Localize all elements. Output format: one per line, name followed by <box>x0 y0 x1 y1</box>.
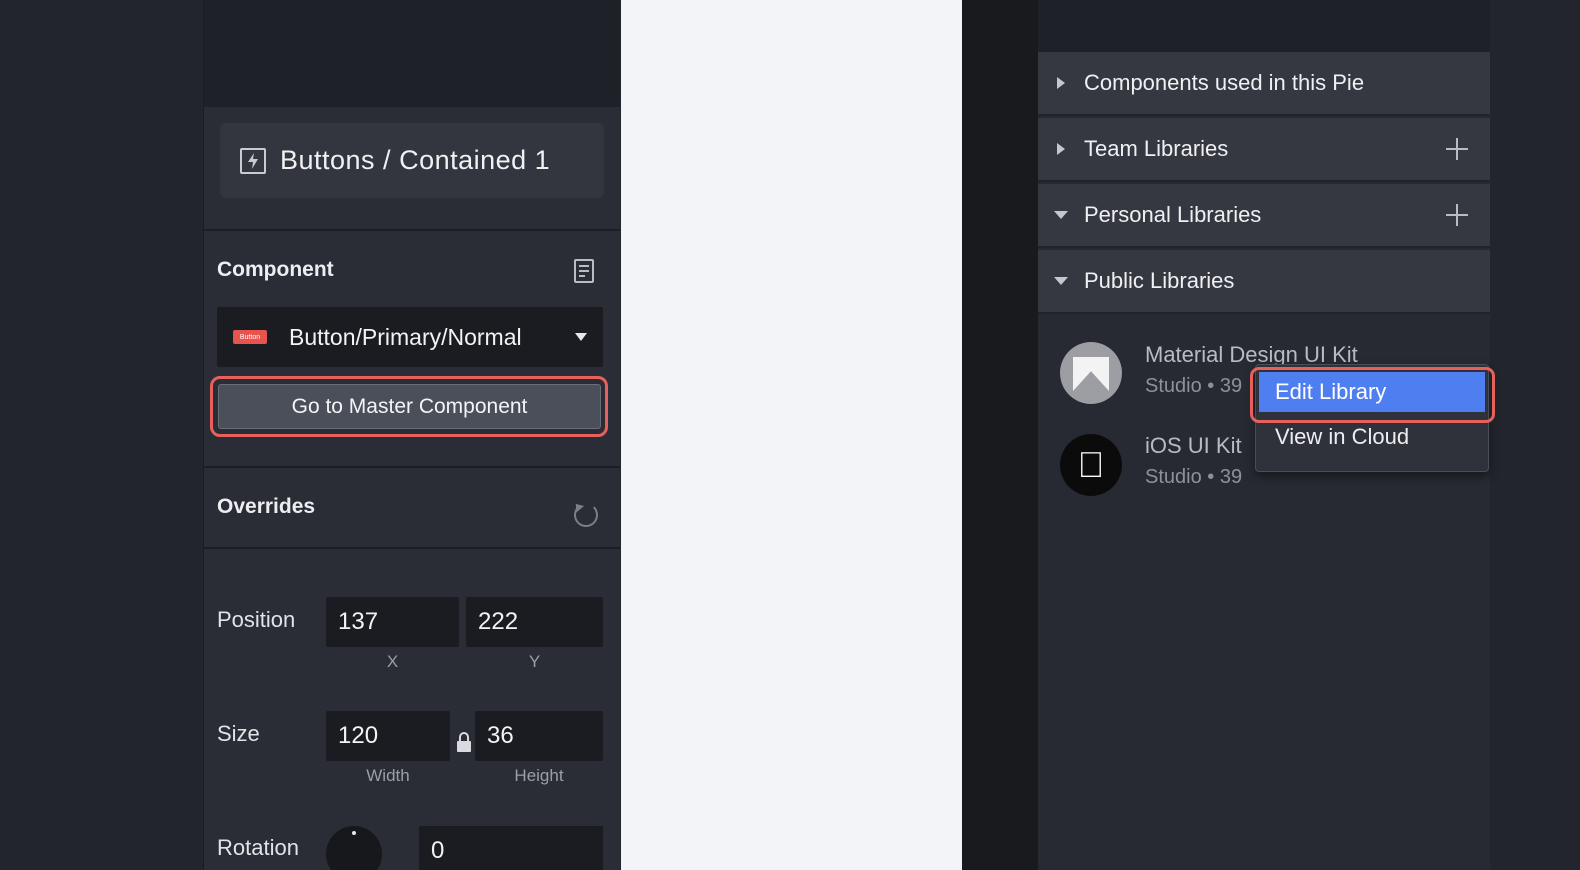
row-label: Personal Libraries <box>1084 202 1262 227</box>
row-label: Components used in this Pie <box>1084 70 1365 95</box>
row-label: Public Libraries <box>1084 268 1235 293</box>
size-width-input[interactable]: 120 <box>326 711 450 761</box>
document-icon[interactable] <box>574 259 594 283</box>
row-public-libraries[interactable]: Public Libraries <box>1038 250 1490 314</box>
symbol-icon <box>240 147 266 174</box>
overrides-section-title: Overrides <box>217 495 316 518</box>
edit-library-highlight <box>1250 367 1495 423</box>
rotation-input[interactable]: 0 <box>419 826 603 870</box>
reset-icon[interactable] <box>574 503 598 527</box>
add-personal-library-icon[interactable] <box>1446 204 1468 226</box>
position-label: Position <box>217 607 296 632</box>
divider <box>204 229 620 231</box>
chevron-down-icon <box>575 333 587 341</box>
position-x-caption: X <box>386 652 399 671</box>
rotation-dial[interactable] <box>326 826 382 870</box>
panel-gutter <box>962 0 1038 870</box>
row-personal-libraries[interactable]: Personal Libraries <box>1038 184 1490 248</box>
add-team-library-icon[interactable] <box>1446 138 1468 160</box>
size-height-input[interactable]: 36 <box>475 711 603 761</box>
menu-item-view-in-cloud[interactable]: View in Cloud <box>1259 417 1485 457</box>
chevron-down-icon <box>1038 211 1084 219</box>
component-select[interactable]: Button Button/Primary/Normal <box>217 307 603 367</box>
lock-icon[interactable] <box>457 732 471 752</box>
component-section-title: Component <box>217 258 334 281</box>
divider <box>204 466 620 468</box>
chevron-down-icon <box>1038 277 1084 285</box>
canvas[interactable] <box>621 0 962 870</box>
inspector-panel: Buttons / Contained 1 Component Button B… <box>203 0 620 870</box>
component-thumbnail: Button <box>233 330 267 344</box>
rotation-label: Rotation <box>217 835 299 860</box>
row-team-libraries[interactable]: Team Libraries <box>1038 118 1490 182</box>
size-width-caption: Width <box>366 766 410 785</box>
symbol-title: Buttons / Contained 1 <box>280 145 551 175</box>
material-logo-icon <box>1060 342 1122 404</box>
kit-meta-ios: Studio • 39 <box>1145 466 1243 488</box>
position-y-input[interactable]: 222 <box>466 597 603 647</box>
kit-meta-material: Studio • 39 <box>1145 375 1243 397</box>
symbol-chip[interactable]: Buttons / Contained 1 <box>220 123 604 198</box>
chevron-right-icon <box>1038 143 1084 155</box>
kit-name-ios[interactable]: iOS UI Kit <box>1145 433 1242 459</box>
apple-logo-icon:  <box>1060 434 1122 496</box>
inspector-header-strip <box>204 0 620 107</box>
divider <box>204 547 620 549</box>
size-height-caption: Height <box>514 766 564 785</box>
chevron-right-icon <box>1038 77 1084 89</box>
row-label: Team Libraries <box>1084 136 1229 161</box>
size-label: Size <box>217 721 260 746</box>
position-y-caption: Y <box>528 652 541 671</box>
row-components-used[interactable]: Components used in this Pie <box>1038 52 1490 116</box>
component-select-value: Button/Primary/Normal <box>289 323 522 350</box>
go-to-master-component-button[interactable]: Go to Master Component <box>218 384 601 429</box>
libraries-header-strip <box>1038 0 1490 52</box>
position-x-input[interactable]: 137 <box>326 597 459 647</box>
